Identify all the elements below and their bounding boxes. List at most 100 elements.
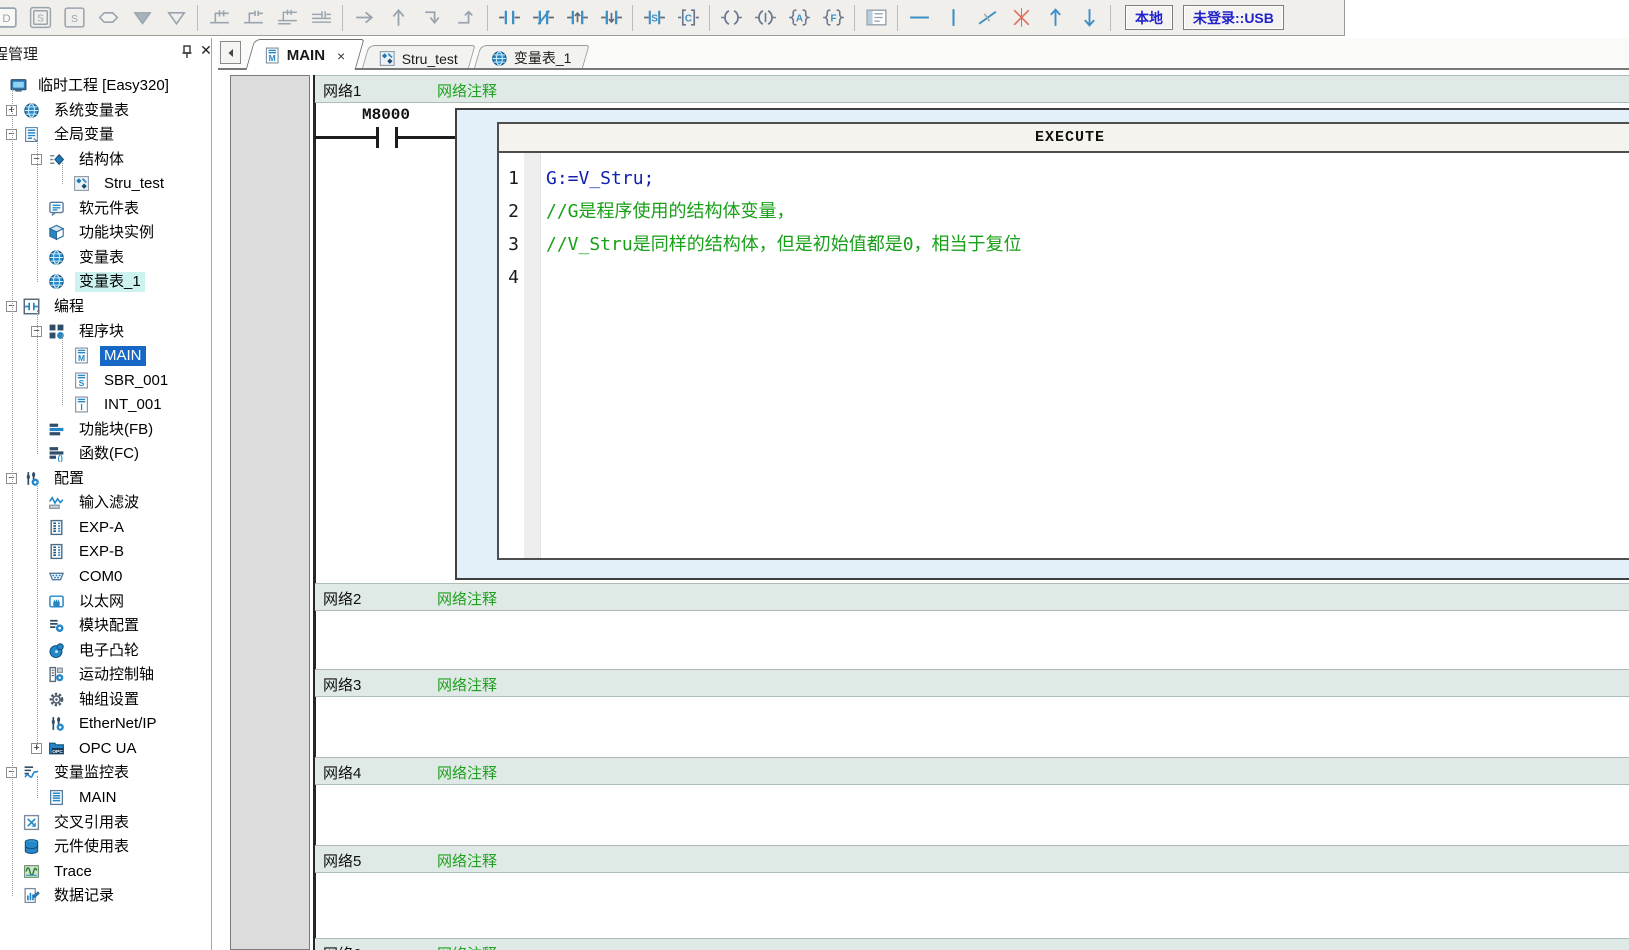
- network-header-5[interactable]: 网络5网络注释: [315, 845, 1629, 873]
- tree-item-运动控制轴[interactable]: 运动控制轴: [0, 664, 211, 686]
- contact-symbol[interactable]: [376, 127, 379, 148]
- tab-变量表_1[interactable]: 变量表_1: [473, 45, 589, 70]
- tab-MAIN[interactable]: MMAIN×: [246, 39, 364, 70]
- coil-f-icon[interactable]: F: [816, 3, 850, 33]
- code-line[interactable]: [546, 261, 1629, 294]
- box-d-icon[interactable]: D: [0, 3, 23, 33]
- tree-item-功能块-FB-[interactable]: 功能块(FB): [0, 419, 211, 441]
- triangle-down-outline-icon[interactable]: [159, 3, 193, 33]
- contact-operand-label[interactable]: M8000: [356, 106, 416, 124]
- close-icon[interactable]: ✕: [198, 42, 212, 60]
- arrow-corner-down-icon[interactable]: [415, 3, 449, 33]
- arrow-right-icon[interactable]: [347, 3, 381, 33]
- tree-item-软元件表[interactable]: 软元件表: [0, 198, 211, 220]
- tree-item-变量监控表[interactable]: −变量监控表: [0, 762, 211, 784]
- network-comment[interactable]: 网络注释: [437, 850, 497, 871]
- code-line[interactable]: G:=V_Stru;: [546, 162, 1629, 195]
- tree-item-EXP-A[interactable]: EXP-A: [0, 517, 211, 539]
- toolbar-separator: [709, 5, 710, 31]
- tree-item-函数-FC-[interactable]: ()函数(FC): [0, 443, 211, 465]
- tree-item-配置[interactable]: −配置: [0, 468, 211, 490]
- tree-item-变量表_1[interactable]: 变量表_1: [0, 271, 211, 293]
- tab-close-icon[interactable]: ×: [337, 47, 345, 63]
- network-comment[interactable]: 网络注释: [437, 588, 497, 609]
- network-comment[interactable]: 网络注释: [437, 80, 497, 101]
- structured-text-editor[interactable]: 1234 G:=V_Stru;//G是程序使用的结构体变量，//V_Stru是同…: [499, 153, 1629, 558]
- tree-item-Stru_test[interactable]: Stru_test: [0, 173, 211, 195]
- tree-item-变量表[interactable]: 变量表: [0, 247, 211, 269]
- arrow-corner-up-icon[interactable]: [449, 3, 483, 33]
- network-comment[interactable]: 网络注释: [437, 674, 497, 695]
- tree-item-MAIN[interactable]: MMAIN: [0, 345, 211, 367]
- tree-item-模块配置[interactable]: 模块配置: [0, 615, 211, 637]
- tree-item-交叉引用表[interactable]: 交叉引用表: [0, 812, 211, 834]
- rung-add-above-icon[interactable]: [202, 3, 236, 33]
- coil-c-icon[interactable]: C: [671, 3, 705, 33]
- network-header-4[interactable]: 网络4网络注释: [315, 757, 1629, 785]
- tab-scroll-left-button[interactable]: [220, 41, 241, 64]
- tree-item-系统变量表[interactable]: +系统变量表: [0, 100, 211, 122]
- arrow-up-icon[interactable]: [381, 3, 415, 33]
- tree-guide-line: [37, 776, 38, 798]
- network-header-3[interactable]: 网络3网络注释: [315, 669, 1629, 697]
- login-status-button[interactable]: 未登录::USB: [1183, 5, 1284, 30]
- delete-line-icon[interactable]: [970, 3, 1004, 33]
- tree-item-EXP-B[interactable]: EXP-B: [0, 541, 211, 563]
- contact-rising-icon[interactable]: [560, 3, 594, 33]
- network-comment[interactable]: 网络注释: [437, 943, 497, 950]
- tree-item-SBR_001[interactable]: SSBR_001: [0, 370, 211, 392]
- triangle-down-filled-icon[interactable]: [125, 3, 159, 33]
- tree-item-全局变量[interactable]: −全局变量: [0, 124, 211, 146]
- contact-falling-icon[interactable]: [594, 3, 628, 33]
- tree-item-临时工程-Easy320-[interactable]: 临时工程 [Easy320]: [0, 75, 211, 97]
- tree-item-OPC-UA[interactable]: +OPCOPC UA: [0, 738, 211, 760]
- tree-item-数据记录[interactable]: 数据记录: [0, 885, 211, 907]
- code-line[interactable]: //G是程序使用的结构体变量，: [546, 195, 1629, 228]
- network-header-6[interactable]: 网络6网络注释: [315, 938, 1629, 950]
- network-header-2[interactable]: 网络2网络注释: [315, 583, 1629, 611]
- local-mode-button[interactable]: 本地: [1125, 5, 1173, 30]
- tree-item-输入滤波[interactable]: 输入滤波: [0, 492, 211, 514]
- contact-set-icon[interactable]: S: [637, 3, 671, 33]
- contact-no-icon[interactable]: [492, 3, 526, 33]
- tree-item-结构体[interactable]: −结构体: [0, 149, 211, 171]
- tree-item-元件使用表[interactable]: 元件使用表: [0, 836, 211, 858]
- delete-x-icon[interactable]: [1004, 3, 1038, 33]
- hex-arrow-icon[interactable]: [91, 3, 125, 33]
- tree-item-轴组设置[interactable]: 轴组设置: [0, 689, 211, 711]
- network-header-1[interactable]: 网络1网络注释: [315, 75, 1629, 103]
- tree-item-MAIN[interactable]: MAIN: [0, 787, 211, 809]
- box-s-icon[interactable]: S: [57, 3, 91, 33]
- tree-item-以太网[interactable]: 以太网: [0, 591, 211, 613]
- draw-vline-icon[interactable]: [936, 3, 970, 33]
- code-area[interactable]: G:=V_Stru;//G是程序使用的结构体变量，//V_Stru是同样的结构体…: [541, 153, 1629, 558]
- tab-Stru_test[interactable]: Stru_test: [361, 45, 475, 70]
- tree-item-编程[interactable]: −编程: [0, 296, 211, 318]
- coil-not-icon[interactable]: [748, 3, 782, 33]
- tree-item-程序块[interactable]: −程序块: [0, 321, 211, 343]
- pin-icon[interactable]: [179, 44, 195, 60]
- rung-append-icon[interactable]: [304, 3, 338, 33]
- instruction-list-icon[interactable]: [859, 3, 893, 33]
- tree-item-label: 函数(FC): [75, 444, 143, 464]
- move-down-icon[interactable]: [1072, 3, 1106, 33]
- draw-hline-icon[interactable]: [902, 3, 936, 33]
- execute-block[interactable]: EXECUTE 1234 G:=V_Stru;//G是程序使用的结构体变量，//…: [497, 122, 1629, 560]
- contact-nc-icon[interactable]: [526, 3, 560, 33]
- coil-out-icon[interactable]: [714, 3, 748, 33]
- network-comment[interactable]: 网络注释: [437, 762, 497, 783]
- code-line[interactable]: //V_Stru是同样的结构体，但是初始值都是0，相当于复位: [546, 228, 1629, 261]
- coil-a-icon[interactable]: A: [782, 3, 816, 33]
- tree-item-COM0[interactable]: COM0: [0, 566, 211, 588]
- tree-item-INT_001[interactable]: IINT_001: [0, 394, 211, 416]
- ladder-editor-canvas[interactable]: 网络1网络注释网络2网络注释网络3网络注释网络4网络注释网络5网络注释网络6网络…: [218, 70, 1629, 950]
- tree-item-Trace[interactable]: Trace: [0, 861, 211, 883]
- tree-item-电子凸轮[interactable]: 电子凸轮: [0, 640, 211, 662]
- box-s-double-icon[interactable]: S: [23, 3, 57, 33]
- tree-item-功能块实例[interactable]: 功能块实例: [0, 222, 211, 244]
- move-up-icon[interactable]: [1038, 3, 1072, 33]
- rung-insert-icon[interactable]: [270, 3, 304, 33]
- rung-add-below-icon[interactable]: [236, 3, 270, 33]
- function-block-frame[interactable]: EXECUTE 1234 G:=V_Stru;//G是程序使用的结构体变量，//…: [455, 108, 1629, 580]
- tree-item-EtherNet-IP[interactable]: EtherNet/IP: [0, 713, 211, 735]
